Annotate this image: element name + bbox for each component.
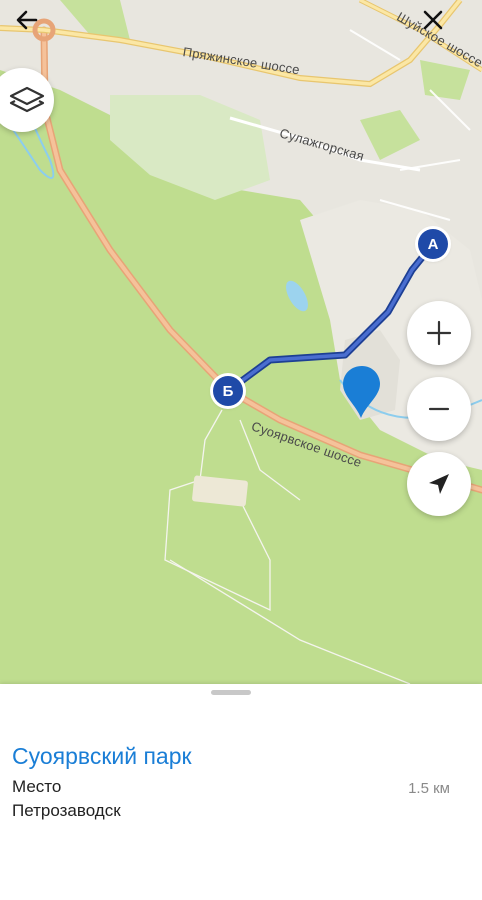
place-type: Место (12, 777, 62, 796)
navigation-arrow-icon (429, 474, 449, 494)
lake (286, 280, 308, 312)
zoom-out-button[interactable] (407, 377, 471, 441)
place-city: Петрозаводск (12, 801, 121, 820)
arrow-left-icon (16, 10, 38, 30)
locate-me-button[interactable] (407, 452, 471, 516)
place-distance: 1.5 км (408, 780, 450, 797)
layers-icon (9, 86, 45, 113)
plus-icon (426, 320, 452, 346)
drag-handle[interactable] (211, 690, 251, 695)
back-button[interactable] (10, 3, 44, 37)
footpath (164, 409, 271, 612)
map-view[interactable]: Пряжинское шоссе Сулажгорская Суоярвское… (0, 0, 482, 684)
field (192, 475, 248, 507)
place-title[interactable]: Суоярвский парк (12, 743, 192, 770)
close-icon (423, 10, 443, 30)
place-card[interactable]: Суоярвский парк Место Петрозаводск 1.5 к… (0, 684, 482, 900)
route-end-marker[interactable]: Б (213, 376, 243, 406)
zoom-in-button[interactable] (407, 301, 471, 365)
close-button[interactable] (416, 3, 450, 37)
minus-icon (428, 407, 450, 411)
route-start-marker[interactable]: А (418, 229, 448, 259)
footpath (169, 559, 411, 684)
